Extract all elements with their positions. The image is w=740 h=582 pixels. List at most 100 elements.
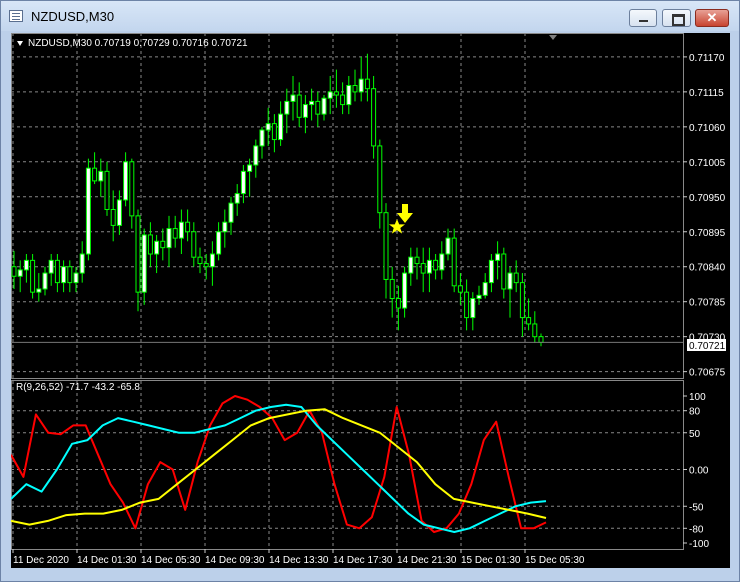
candle-body <box>271 123 277 141</box>
candle-body <box>538 336 544 343</box>
candle-body <box>116 199 122 226</box>
price-tick-label: 0.70950 <box>689 193 726 204</box>
candle-body <box>191 231 197 258</box>
time-tick-label: 14 Dec 09:30 <box>205 555 265 566</box>
price-pane[interactable]: NZDUSD,M30 0.70719 0.70729 0.70716 0.707… <box>11 35 726 379</box>
candle-body <box>327 91 333 99</box>
candle-body <box>507 272 513 290</box>
price-tick-label: 0.70840 <box>689 263 726 274</box>
candle-body <box>253 145 259 166</box>
candle-body <box>61 266 67 284</box>
indicator-lines <box>11 395 547 533</box>
time-tick-label: 15 Dec 01:30 <box>461 555 521 566</box>
price-tick-label: 0.71115 <box>689 88 724 99</box>
candle-body <box>482 282 488 296</box>
time-tick-label: 14 Dec 21:30 <box>397 555 457 566</box>
candle-body <box>445 237 451 255</box>
candle-body <box>98 170 104 182</box>
candle-body <box>222 221 228 233</box>
candle-body <box>340 94 346 106</box>
candle-body <box>185 221 191 233</box>
price-tick-label: 0.71170 <box>689 53 725 64</box>
indicator-scale: 100 80 50 0.00 -50 -80 -100 <box>683 392 709 550</box>
time-scale: 11 Dec 2020 14 Dec 01:30 14 Dec 05:30 14 De… <box>12 549 585 566</box>
indicator-pane[interactable]: R(9,26,52) -71.7 -43.2 -65.8 100 80 50 0.00… <box>11 382 709 550</box>
candle-body <box>166 228 172 249</box>
candle-body <box>532 323 538 338</box>
candle-body <box>408 256 414 274</box>
candle-body <box>420 263 426 274</box>
indicator-header: R(9,26,52) -71.7 -43.2 -65.8 <box>16 382 140 393</box>
candle-body <box>54 259 60 284</box>
candle-body <box>216 231 222 255</box>
indicator-tick-label: 0.00 <box>689 466 709 477</box>
candle-body <box>110 209 116 226</box>
candle-body <box>154 240 160 255</box>
title-bar[interactable]: NZDUSD,M30 ✕ <box>1 1 739 31</box>
price-tick-label: 0.70785 <box>689 298 726 309</box>
candle-body <box>470 298 476 319</box>
time-tick-label: 11 Dec 2020 <box>13 555 69 566</box>
candle-body <box>104 170 110 211</box>
time-tick-label: 14 Dec 05:30 <box>141 555 201 566</box>
grid-lines <box>11 33 684 550</box>
scroll-marker-icon[interactable] <box>549 35 557 40</box>
candle-body <box>178 221 184 239</box>
chart-canvas[interactable]: NZDUSD,M30 0.70719 0.70729 0.70716 0.707… <box>11 33 730 568</box>
candle-body <box>129 161 135 217</box>
candle-body <box>495 253 501 261</box>
candle-body <box>389 278 395 300</box>
indicator-tick-label: 80 <box>689 407 701 418</box>
candle-body <box>464 291 470 319</box>
indicator-tick-label: -80 <box>689 524 704 535</box>
candle-body <box>23 259 29 271</box>
indicator-tick-label: -50 <box>689 502 704 513</box>
chart-area[interactable]: NZDUSD,M30 0.70719 0.70729 0.70716 0.707… <box>11 33 730 568</box>
candle-body <box>290 94 296 102</box>
candle-body <box>203 263 209 268</box>
candle-body <box>426 259 432 274</box>
candle-body <box>30 259 36 293</box>
price-header: NZDUSD,M30 0.70719 0.70729 0.70716 0.707… <box>28 38 248 49</box>
candle-body <box>488 259 494 284</box>
time-tick-label: 14 Dec 17:30 <box>333 555 393 566</box>
candle-body <box>123 161 129 201</box>
candle-body <box>501 253 507 290</box>
candle-body <box>476 294 482 300</box>
candle-body <box>79 253 85 274</box>
candle-body <box>197 256 203 265</box>
time-tick-label: 15 Dec 05:30 <box>525 555 585 566</box>
candle-body <box>352 85 358 93</box>
candle-body <box>17 269 23 277</box>
candle-body <box>383 212 389 280</box>
candles <box>11 53 683 347</box>
candle-body <box>259 129 265 147</box>
time-tick-label: 14 Dec 13:30 <box>269 555 329 566</box>
close-button[interactable]: ✕ <box>695 9 729 27</box>
price-scale: 0.71170 0.71115 0.71060 0.71005 0.70950 0.708… <box>683 53 726 379</box>
current-price-tag: 0.70721 <box>689 341 726 352</box>
candle-body <box>513 272 519 284</box>
buy-sell-signal <box>389 204 413 234</box>
window-title: NZDUSD,M30 <box>31 9 115 24</box>
candle-body <box>439 253 445 271</box>
candle-body <box>228 202 234 223</box>
candle-body <box>172 228 178 239</box>
candle-body <box>234 193 240 204</box>
candle-body <box>309 100 315 106</box>
maximize-button[interactable] <box>662 9 691 27</box>
price-tick-label: 0.71005 <box>689 158 726 169</box>
candle-body <box>402 272 408 309</box>
price-tick-label: 0.71060 <box>689 123 726 134</box>
minimize-button[interactable] <box>629 9 657 27</box>
header-dropdown-icon[interactable] <box>17 41 23 46</box>
candle-body <box>135 215 141 293</box>
signal-arrow-icon <box>397 204 413 223</box>
time-tick-label: 14 Dec 01:30 <box>77 555 137 566</box>
candle-body <box>11 266 17 277</box>
candle-body <box>160 240 166 249</box>
candle-body <box>36 288 42 293</box>
candle-body <box>73 272 79 284</box>
candle-body <box>209 253 215 268</box>
candle-body <box>92 167 98 182</box>
